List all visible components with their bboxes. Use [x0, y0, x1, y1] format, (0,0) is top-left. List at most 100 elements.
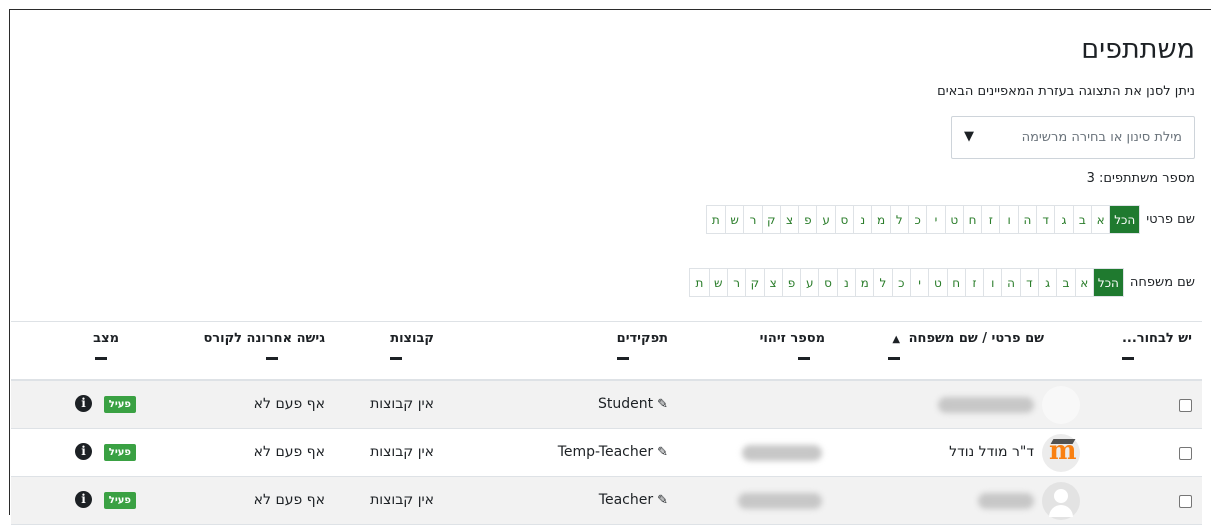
initial-letter-button[interactable]: ו	[983, 269, 1001, 296]
initial-letter-button[interactable]: ת	[690, 269, 708, 296]
initial-letter-button[interactable]: נ	[853, 206, 871, 233]
collapse-dash-icon[interactable]	[888, 357, 901, 360]
initial-letter-button[interactable]: ש	[708, 269, 727, 296]
role-label: Temp-Teacher	[557, 444, 654, 460]
initial-letter-button[interactable]: מ	[855, 269, 873, 296]
initial-letter-button[interactable]: ת	[707, 206, 725, 233]
collapse-dash-icon[interactable]	[95, 357, 108, 360]
blurred-name	[978, 493, 1034, 509]
initial-letter-button[interactable]: ל	[889, 206, 908, 233]
initial-letter-button[interactable]: ט	[928, 269, 946, 296]
pencil-icon[interactable]: ✎	[657, 397, 668, 412]
initial-letter-button[interactable]: ב	[1056, 269, 1074, 296]
header-groups-label: קבוצות	[390, 331, 434, 346]
initial-letter-button[interactable]: פ	[798, 206, 816, 233]
initial-letter-button[interactable]: א	[1074, 269, 1093, 296]
groups-cell: אין קבוצות	[370, 396, 434, 412]
initial-letter-button[interactable]: נ	[836, 269, 855, 296]
groups-cell: אין קבוצות	[370, 492, 434, 508]
initial-letter-button[interactable]: ב	[1072, 206, 1091, 233]
sort-ascending-icon: ▲	[892, 334, 901, 345]
initial-letter-button[interactable]: כ	[891, 269, 910, 296]
initial-letter-button[interactable]: מ	[871, 206, 889, 233]
pencil-icon[interactable]: ✎	[657, 445, 668, 460]
header-groups[interactable]: קבוצות	[390, 331, 434, 360]
initial-letter-button[interactable]: ח	[962, 206, 981, 233]
blurred-id-number	[738, 493, 822, 509]
initial-letter-button[interactable]: א	[1090, 206, 1109, 233]
pencil-icon[interactable]: ✎	[657, 493, 668, 508]
initial-letter-button[interactable]: ש	[725, 206, 743, 233]
header-status-label: מצב	[93, 331, 119, 346]
blurred-name	[938, 397, 1034, 413]
header-roles[interactable]: תפקידים	[616, 331, 668, 360]
info-icon[interactable]: i	[75, 443, 92, 460]
page-title: משתתפים	[1081, 34, 1195, 65]
initial-letter-button[interactable]: ג	[1054, 206, 1072, 233]
table-row: ✎Teacher אין קבוצות אף פעם לא פעיל i	[11, 477, 1202, 525]
participant-count: מספר משתתפים: 3	[1086, 171, 1195, 186]
last-name-initials-label: שם משפחה	[1129, 275, 1195, 290]
initial-letter-button[interactable]: צ	[779, 206, 798, 233]
initial-letter-button[interactable]: ה	[1001, 269, 1019, 296]
info-icon[interactable]: i	[75, 491, 92, 508]
last-name-letters: הכל אבגדהוזחטיכלמנסעפצקרשת	[689, 268, 1124, 297]
dropdown-arrow-icon[interactable]: ▼	[964, 129, 974, 144]
initial-all-button[interactable]: הכל	[1092, 269, 1123, 296]
initial-letter-button[interactable]: ט	[944, 206, 963, 233]
moodle-logo-icon: m	[1049, 436, 1077, 466]
initial-letter-button[interactable]: ע	[800, 269, 818, 296]
role-cell[interactable]: ✎Student	[598, 396, 668, 412]
initial-letter-button[interactable]: ד	[1036, 206, 1054, 233]
collapse-dash-icon[interactable]	[616, 357, 629, 360]
header-status[interactable]: מצב	[93, 331, 119, 360]
avatar	[1042, 482, 1080, 520]
table-row: m ד"ר מודל נודל ✎Temp-Teacher אין קבוצות…	[11, 429, 1202, 477]
participant-name[interactable]: ד"ר מודל נודל	[949, 444, 1034, 460]
header-last-access[interactable]: גישה אחרונה לקורס	[203, 331, 325, 360]
initial-all-button[interactable]: הכל	[1109, 206, 1140, 233]
initial-letter-button[interactable]: י	[909, 269, 928, 296]
info-icon[interactable]: i	[75, 395, 92, 412]
header-name-label: שם פרטי / שם משפחה	[908, 331, 1044, 346]
row-select-checkbox[interactable]	[1179, 495, 1192, 508]
initial-letter-button[interactable]: ס	[818, 269, 836, 296]
header-id-number[interactable]: מספר זיהוי	[759, 331, 825, 360]
collapse-dash-icon[interactable]	[797, 357, 810, 360]
header-select-label: יש לבחור...	[1121, 331, 1192, 346]
initial-letter-button[interactable]: ק	[745, 269, 763, 296]
initial-letter-button[interactable]: ח	[946, 269, 965, 296]
table-row: ✎Student אין קבוצות אף פעם לא פעיל i	[11, 381, 1202, 429]
header-select[interactable]: יש לבחור...	[1121, 331, 1192, 360]
initial-letter-button[interactable]: ג	[1037, 269, 1056, 296]
initial-letter-button[interactable]: ו	[999, 206, 1017, 233]
initial-letter-button[interactable]: ע	[816, 206, 834, 233]
initial-letter-button[interactable]: ס	[834, 206, 853, 233]
initial-letter-button[interactable]: צ	[763, 269, 782, 296]
header-name[interactable]: שם פרטי / שם משפחה ▲	[888, 331, 1044, 360]
filter-select[interactable]: מילת סינון או בחירה מרשימה ▼	[951, 116, 1195, 159]
row-select-checkbox[interactable]	[1179, 447, 1192, 460]
initial-letter-button[interactable]: פ	[781, 269, 800, 296]
role-label: Teacher	[598, 492, 654, 508]
initial-letter-button[interactable]: ה	[1017, 206, 1036, 233]
initial-letter-button[interactable]: ר	[726, 269, 745, 296]
initial-letter-button[interactable]: ר	[743, 206, 761, 233]
filter-hint: ניתן לסנן את התצוגה בעזרת המאפיינים הבאי…	[937, 84, 1195, 99]
row-select-checkbox[interactable]	[1179, 399, 1192, 412]
initial-letter-button[interactable]: ק	[761, 206, 780, 233]
initial-letter-button[interactable]: ז	[964, 269, 983, 296]
role-cell[interactable]: ✎Temp-Teacher	[558, 444, 668, 460]
collapse-dash-icon[interactable]	[266, 357, 279, 360]
initial-letter-button[interactable]: כ	[907, 206, 926, 233]
initial-letter-button[interactable]: י	[926, 206, 944, 233]
collapse-dash-icon[interactable]	[390, 357, 403, 360]
header-id-number-label: מספר זיהוי	[759, 331, 825, 346]
initial-letter-button[interactable]: ד	[1019, 269, 1038, 296]
last-name-initials-bar: שם משפחה הכל אבגדהוזחטיכלמנסעפצקרשת	[689, 268, 1195, 297]
collapse-dash-icon[interactable]	[1121, 357, 1134, 360]
initial-letter-button[interactable]: ז	[981, 206, 999, 233]
groups-cell: אין קבוצות	[370, 444, 434, 460]
initial-letter-button[interactable]: ל	[873, 269, 891, 296]
role-cell[interactable]: ✎Teacher	[599, 492, 668, 508]
